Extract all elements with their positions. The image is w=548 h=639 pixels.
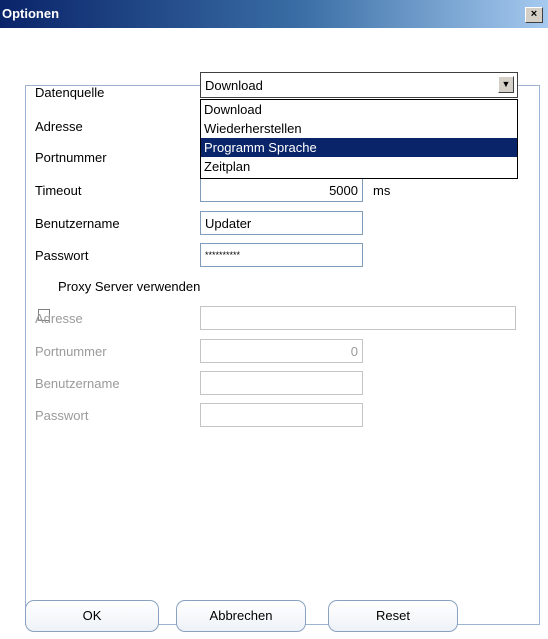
ok-button[interactable]: OK <box>25 600 159 632</box>
data-source-selected-value: Download <box>205 78 263 93</box>
timeout-label: Timeout <box>35 183 82 198</box>
data-source-select[interactable]: Download ▼ <box>200 72 518 98</box>
dialog-client-area: Download ▼ Download Wiederherstellen Pro… <box>0 28 548 639</box>
proxy-portnummer-input[interactable]: 0 <box>200 339 363 363</box>
proxy-adresse-label: Adresse <box>35 311 83 326</box>
chevron-down-icon[interactable]: ▼ <box>498 76 514 93</box>
proxy-portnummer-label: Portnummer <box>35 344 107 359</box>
cancel-button[interactable]: Abbrechen <box>176 600 306 632</box>
proxy-checkbox-label[interactable]: Proxy Server verwenden <box>58 279 200 294</box>
dropdown-option-download[interactable]: Download <box>201 100 517 119</box>
dropdown-option-programm-sprache[interactable]: Programm Sprache <box>201 138 517 157</box>
dropdown-option-zeitplan[interactable]: Zeitplan <box>201 157 517 176</box>
title-bar: Optionen × <box>0 0 548 28</box>
proxy-benutzername-input[interactable] <box>200 371 363 395</box>
benutzername-input[interactable]: Updater <box>200 211 363 235</box>
benutzername-label: Benutzername <box>35 216 120 231</box>
proxy-passwort-label: Passwort <box>35 408 89 423</box>
proxy-adresse-input[interactable] <box>200 306 516 330</box>
data-source-dropdown-list: Download Wiederherstellen Programm Sprac… <box>200 99 518 179</box>
proxy-benutzername-label: Benutzername <box>35 376 120 391</box>
window-title: Optionen <box>2 6 60 21</box>
portnummer-label: Portnummer <box>35 150 107 165</box>
timeout-unit-label: ms <box>373 183 391 198</box>
passwort-input[interactable]: ********** <box>200 243 363 267</box>
reset-button[interactable]: Reset <box>328 600 458 632</box>
close-icon[interactable]: × <box>525 7 543 23</box>
adresse-label: Adresse <box>35 119 83 134</box>
passwort-label: Passwort <box>35 248 89 263</box>
timeout-input[interactable]: 5000 <box>200 178 363 202</box>
proxy-passwort-input[interactable] <box>200 403 363 427</box>
dropdown-option-wiederherstellen[interactable]: Wiederherstellen <box>201 119 517 138</box>
datenquelle-label: Datenquelle <box>35 85 105 100</box>
